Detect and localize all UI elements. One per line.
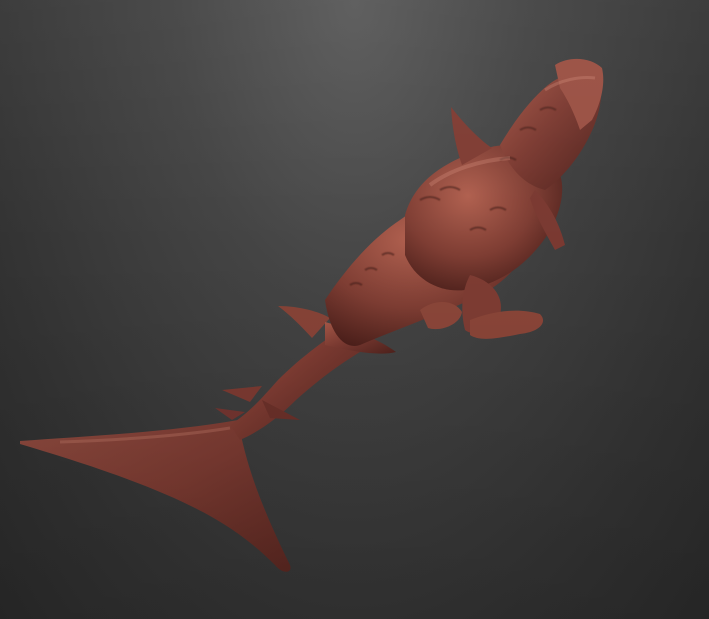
3d-viewport[interactable] — [0, 0, 709, 619]
sculpted-dino-shark-model[interactable] — [0, 0, 709, 619]
tail-spike-1 — [222, 386, 262, 402]
foot-left — [420, 301, 462, 330]
mid-fin-left — [278, 306, 330, 338]
